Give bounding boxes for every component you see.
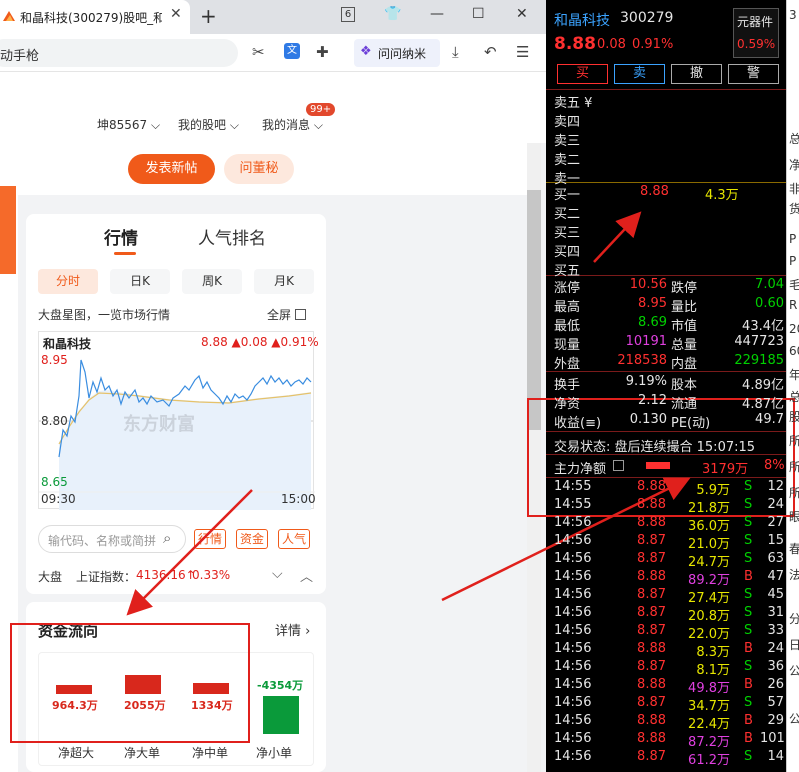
shirt-icon[interactable]: 👕 [384,6,401,22]
browser-toolbar: 动手枪 ✂ 文 ✚ ❖ 问问纳米 ⤓ ↶ ☰ [0,34,546,72]
index-name: 上证指数： [76,570,137,584]
flow-bar-small [263,696,299,734]
extension-puzzle-icon[interactable]: ✚ [316,43,329,61]
maximize-icon[interactable]: ☐ [472,6,485,22]
stock-search-input[interactable]: 输代码、名称或简拼 ⌕ [38,525,186,553]
index-value: 4136.16↑ [136,568,196,582]
my-messages-menu[interactable]: 我的消息 ⌵ [262,116,323,133]
my-bar-menu[interactable]: 我的股吧 ⌵ [178,116,239,133]
nami-logo-icon: ❖ [360,44,372,59]
index-label: 大盘 [38,570,63,584]
index-change: 0.33% [192,568,231,582]
quote-card: 行情 人气排名 分时 日K 周K 月K 大盘星图，一览市场行情 全屏 和晶科技 … [26,214,326,594]
period-tab-weekly[interactable]: 周K [182,269,242,294]
translate-icon[interactable]: 文 [284,43,300,59]
period-tab-monthly[interactable]: 月K [254,269,314,294]
close-tab-icon[interactable]: ✕ [170,6,182,22]
left-banner[interactable] [0,186,16,274]
new-tab-icon[interactable]: + [200,4,217,28]
address-text: 动手枪 [0,49,40,64]
eastmoney-watermark: 东方财富 [123,414,195,435]
tab-title: 和晶科技(300279)股吧_和 [20,11,162,25]
undo-icon[interactable]: ↶ [484,43,497,61]
annotation-box-fund-flow [10,623,250,743]
tab-count-badge[interactable]: 6 [341,7,355,22]
chart-y-mid: 8.80 [41,414,68,428]
flow-label-large: 净大单 [124,746,161,760]
chip-popularity[interactable]: 人气 [278,529,311,549]
post-new-button[interactable]: 发表新帖 [128,154,215,184]
ask-secretary-button[interactable]: 问董秘 [224,154,294,184]
active-tab-underline [114,252,136,255]
message-count-badge: 99+ [306,103,336,116]
flow-label-super-large: 净超大 [58,746,95,760]
user-menu[interactable]: 坤85567 ⌵ [97,116,160,133]
scrollbar-thumb[interactable] [527,190,541,430]
chart-stock-quote: 8.88 ▲0.08 ▲0.91% [201,335,319,349]
chevron-down-icon[interactable]: ⌵ [272,566,283,582]
period-tab-intraday[interactable]: 分时 [38,269,98,294]
scissors-icon[interactable]: ✂ [252,43,265,61]
chip-quote[interactable]: 行情 [194,529,227,549]
minimize-icon[interactable]: — [430,6,444,22]
menu-icon[interactable]: ☰ [516,43,529,61]
market-map-link[interactable]: 大盘星图，一览市场行情 [38,306,170,323]
browser-tab[interactable]: 和晶科技(300279)股吧_和 ✕ [0,0,190,34]
trading-terminal [546,0,799,772]
intraday-chart[interactable]: 和晶科技 8.88 ▲0.08 ▲0.91% 8.95 8.80 8.65 09… [38,331,319,510]
fullscreen-button[interactable]: 全屏 [267,306,306,323]
chart-stock-name: 和晶科技 [43,337,92,351]
flow-label-small: 净小单 [256,746,293,760]
fund-flow-detail-link[interactable]: 详情 › [275,620,310,639]
chart-y-high: 8.95 [41,353,68,367]
flow-label-medium: 净中单 [192,746,229,760]
period-tab-daily[interactable]: 日K [110,269,170,294]
search-icon[interactable]: ⌕ [163,529,171,547]
chart-y-low: 8.65 [41,475,68,489]
chip-funds[interactable]: 资金 [236,529,269,549]
chevron-up-icon[interactable]: ︿ [300,566,313,585]
page-top-strip [0,72,546,105]
chart-time-start: 09:30 [41,492,76,506]
tab-quote[interactable]: 行情 [104,224,138,249]
tab-bar: 和晶科技(300279)股吧_和 ✕ + 6 👕 — ☐ ✕ [0,0,546,34]
wenwen-nami-button[interactable]: ❖ 问问纳米 [354,39,440,67]
download-icon[interactable]: ⤓ [452,43,459,61]
guba-favicon-icon [3,11,15,21]
browser-window: 和晶科技(300279)股吧_和 ✕ + 6 👕 — ☐ ✕ 动手枪 ✂ 文 ✚… [0,0,546,772]
address-bar[interactable]: 动手枪 [0,39,238,67]
tab-popularity-rank[interactable]: 人气排名 [198,224,266,249]
flow-value-small: -4354万 [257,679,304,692]
fullscreen-icon [294,309,306,320]
chart-time-end: 15:00 [281,492,316,506]
close-window-icon[interactable]: ✕ [516,6,528,22]
guba-user-nav: 坤85567 ⌵ 我的股吧 ⌵ 我的消息 ⌵ [0,105,546,143]
